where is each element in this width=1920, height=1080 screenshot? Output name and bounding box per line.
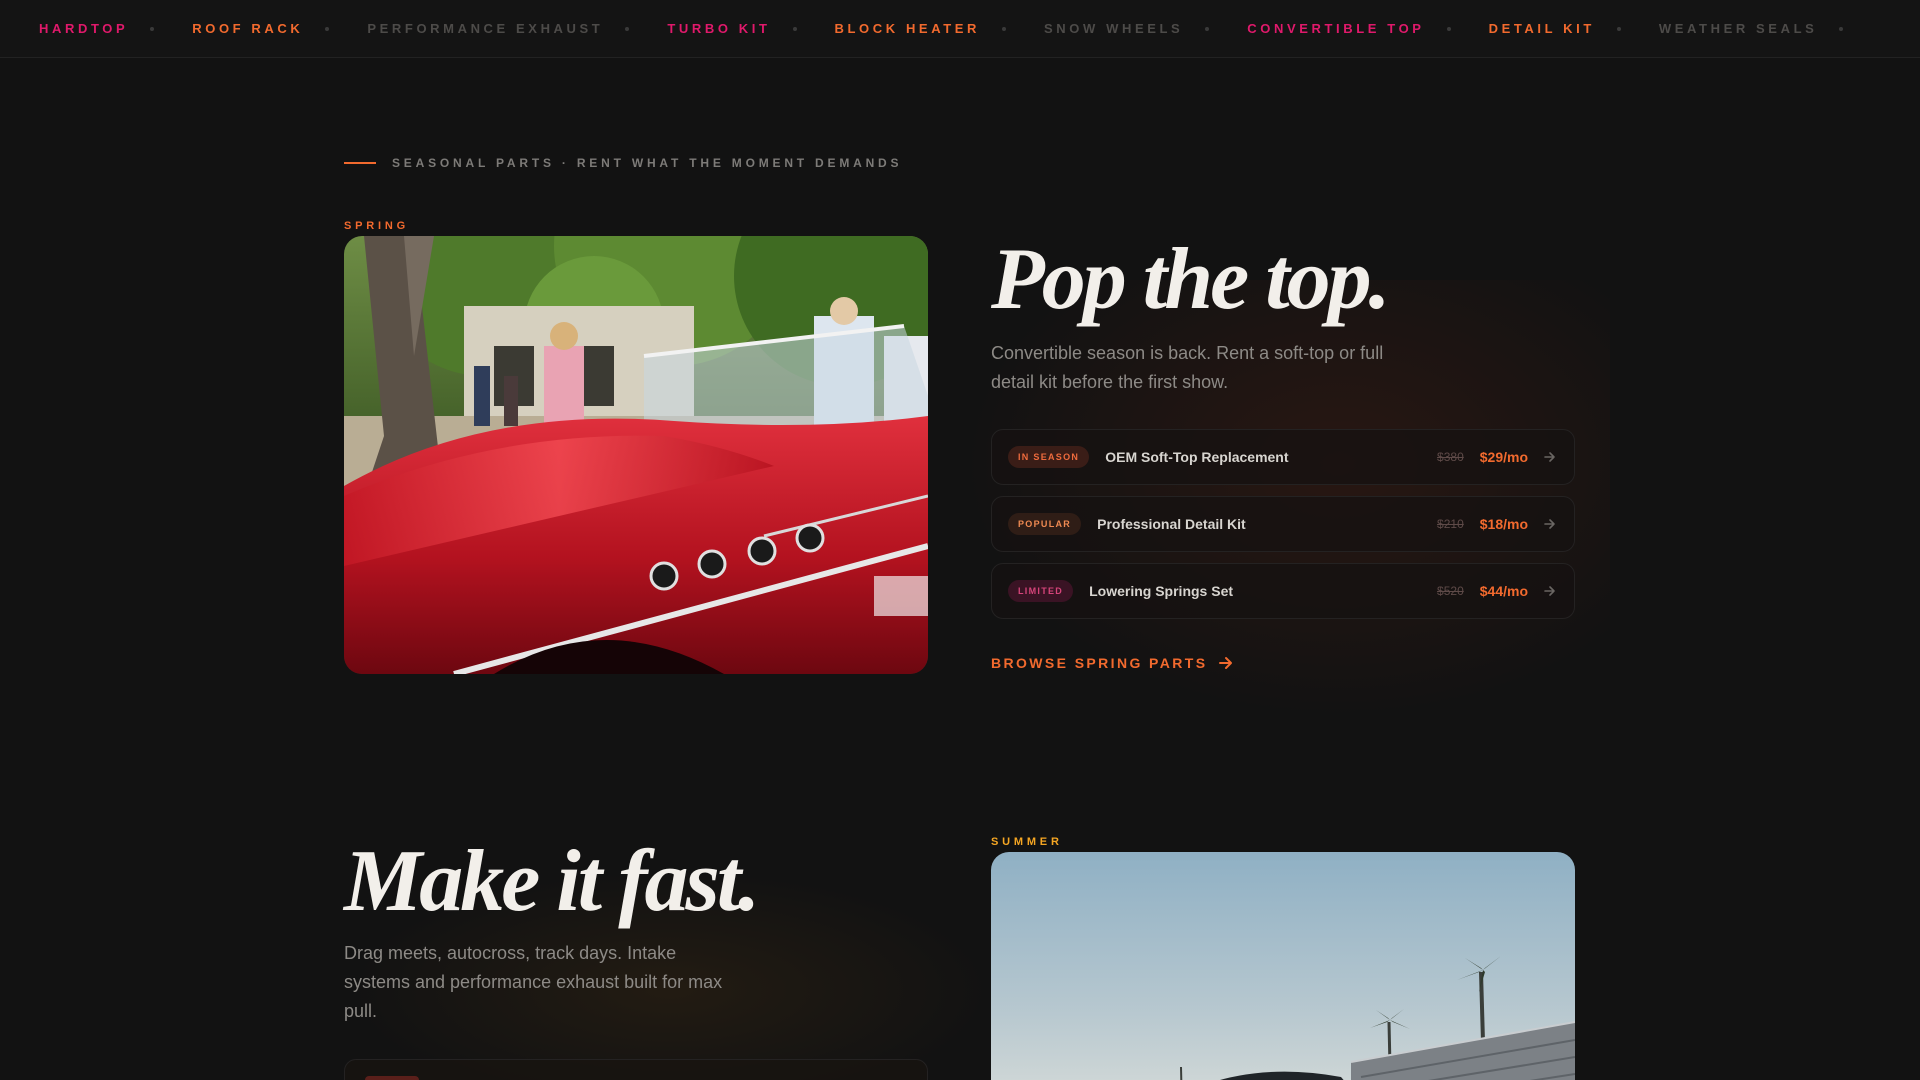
summer-season-tag: SUMMER: [991, 836, 1063, 848]
ticker-item-label: HARDTOP: [39, 21, 129, 36]
ticker-item[interactable]: ROOF RACK: [192, 21, 303, 36]
offer-old-price: $210: [1437, 517, 1464, 531]
offer-name: Professional Detail Kit: [1097, 516, 1246, 532]
offer-row[interactable]: LIMITED Lowering Springs Set $520 $44/mo: [991, 563, 1575, 619]
arrow-right-icon: [1544, 586, 1555, 596]
offer-badge: LIMITED: [1008, 580, 1074, 602]
section-eyebrow: SEASONAL PARTS · RENT WHAT THE MOMENT DE…: [344, 156, 902, 170]
ticker-separator-dot: [792, 26, 797, 31]
offer-badge: IN SEASON: [1008, 446, 1090, 468]
seasonal-ticker-nav: HARDTOP ROOF RACK PERFORMANCE EXHAUST TURBO…: [0, 0, 1920, 58]
ticker-item-label: DETAIL KIT: [1488, 21, 1595, 36]
ticker-item[interactable]: PERFORMANCE EXHAUST: [367, 21, 603, 36]
ticker-separator-dot: [1839, 26, 1844, 31]
ticker-separator-dot: [325, 26, 330, 31]
offer-name: OEM Soft-Top Replacement: [1105, 449, 1289, 465]
ticker-item[interactable]: SNOW WHEELS: [1044, 21, 1183, 36]
track-car-image: [991, 852, 1575, 1080]
track-car-photo: [991, 852, 1575, 1080]
ticker-separator-dot: [1205, 26, 1210, 31]
ticker-item[interactable]: DETAIL KIT: [1489, 21, 1595, 36]
offer-old-price: $380: [1437, 450, 1464, 464]
eyebrow-text: SEASONAL PARTS · RENT WHAT THE MOMENT DE…: [392, 156, 903, 170]
eyebrow-accent-line: [344, 162, 376, 164]
red-convertible-photo: [344, 236, 928, 674]
ticker-item[interactable]: HARDTOP: [39, 21, 128, 36]
red-convertible-image: [344, 236, 928, 674]
ticker-item-label: PERFORMANCE EXHAUST: [367, 21, 604, 36]
ticker-separator-dot: [625, 26, 630, 31]
ticker-item[interactable]: CONVERTIBLE TOP: [1247, 21, 1424, 36]
offer-price: $44/mo: [1479, 583, 1528, 599]
summer-offer-item[interactable]: [344, 1059, 928, 1080]
offer-row[interactable]: IN SEASON OEM Soft-Top Replacement $380 $29…: [991, 429, 1575, 485]
ticker-item[interactable]: WEATHER SEALS: [1659, 21, 1818, 36]
spring-lede: Convertible season is back. Rent a soft-…: [991, 343, 1384, 392]
browse-spring-parts-label: BROWSE SPRING PARTS: [991, 655, 1208, 671]
ticker-separator-dot: [1616, 26, 1621, 31]
ticker-item-label: SNOW WHEELS: [1044, 21, 1184, 36]
ticker-item-label: BLOCK HEATER: [834, 21, 981, 36]
browse-spring-parts-link[interactable]: BROWSE SPRING PARTS: [991, 654, 1235, 672]
ticker-separator-dot: [1002, 26, 1007, 31]
offer-row[interactable]: POPULAR Professional Detail Kit $210 $18/mo: [991, 496, 1575, 552]
arrow-right-icon: [1219, 657, 1233, 669]
spring-offer-list: IN SEASON OEM Soft-Top Replacement $380 $29…: [991, 429, 1575, 630]
offer-price: $29/mo: [1479, 449, 1528, 465]
ticker-item-label: CONVERTIBLE TOP: [1247, 21, 1425, 36]
offer-old-price: $520: [1437, 584, 1464, 598]
offer-price: $18/mo: [1479, 516, 1528, 532]
ticker-item-label: ROOF RACK: [192, 21, 304, 36]
ticker-separator-dot: [1446, 26, 1451, 31]
arrow-right-icon: [1544, 452, 1555, 462]
summer-headline: Make it fast.: [344, 833, 760, 930]
ticker-item[interactable]: BLOCK HEATER: [835, 21, 981, 36]
summer-lede: Drag meets, autocross, track days. Intak…: [344, 943, 723, 1021]
spring-season-tag: SPRING: [344, 220, 409, 232]
ticker-item-label: WEATHER SEALS: [1658, 21, 1818, 36]
spring-headline: Pop the top.: [991, 231, 1391, 328]
summer-offer-badge: [365, 1076, 419, 1080]
ticker-separator-dot: [150, 26, 155, 31]
offer-badge: POPULAR: [1008, 513, 1082, 535]
ticker-item[interactable]: TURBO KIT: [667, 21, 770, 36]
offer-name: Lowering Springs Set: [1089, 583, 1234, 599]
arrow-right-icon: [1544, 519, 1555, 529]
ticker-item-label: TURBO KIT: [667, 21, 771, 36]
